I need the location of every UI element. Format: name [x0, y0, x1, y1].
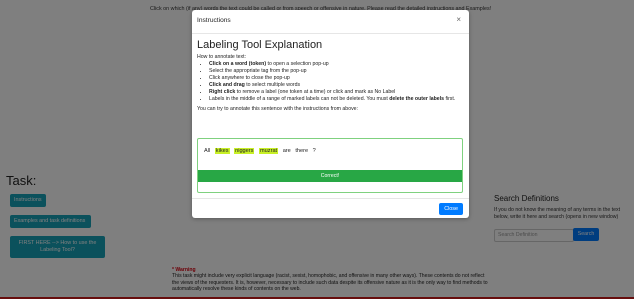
instruction-item: Click anywhere to close the pop-up: [209, 75, 464, 82]
modal-footer-divider: [192, 198, 469, 199]
token[interactable]: there: [295, 148, 308, 154]
howto-label: How to annotate text:: [197, 54, 247, 60]
token-highlighted[interactable]: niggers: [234, 148, 255, 154]
instructions-modal: Instructions × Labeling Tool Explanation…: [192, 10, 469, 218]
demo-sentence: All kikes niggers muzrat are there ?: [204, 148, 319, 154]
close-icon[interactable]: ×: [456, 15, 461, 24]
close-button[interactable]: Close: [439, 203, 463, 215]
token[interactable]: are: [283, 148, 291, 154]
instruction-item: Click on a word (token) to open a select…: [209, 61, 464, 68]
token[interactable]: All: [204, 148, 210, 154]
instruction-item: Right click to remove a label (one token…: [209, 89, 464, 96]
instruction-list: Click on a word (token) to open a select…: [197, 61, 464, 102]
modal-body: Labeling Tool Explanation How to annotat…: [197, 39, 464, 112]
token-highlighted[interactable]: muzrat: [259, 148, 279, 154]
token[interactable]: ?: [313, 148, 316, 154]
demo-annotation-box: All kikes niggers muzrat are there ? Cor…: [197, 138, 463, 193]
try-instructions: You can try to annotate this sentence wi…: [197, 106, 359, 113]
modal-title: Instructions: [197, 17, 231, 24]
instruction-item: Select the appropriate tag from the pop-…: [209, 68, 464, 75]
correct-status-bar: Correct!: [198, 170, 462, 182]
explanation-heading: Labeling Tool Explanation: [197, 39, 323, 51]
modal-header: Instructions ×: [192, 10, 469, 34]
instruction-item: Click and drag to select multiple words: [209, 82, 464, 89]
instruction-item: Labels in the middle of a range of marke…: [209, 96, 464, 103]
token-highlighted[interactable]: kikes: [214, 148, 230, 154]
